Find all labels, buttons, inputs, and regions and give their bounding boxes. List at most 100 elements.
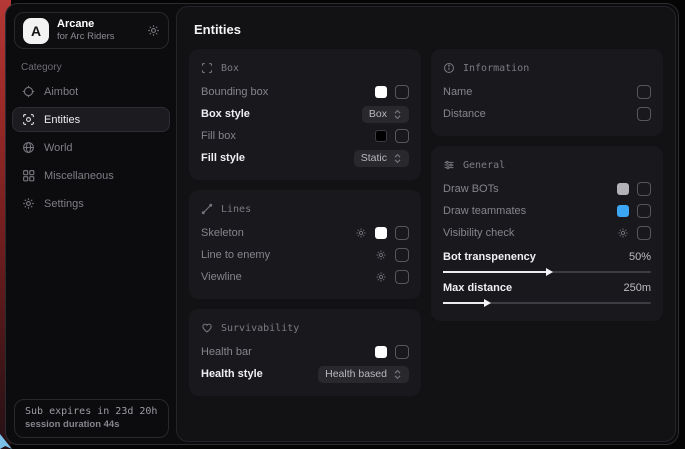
card-title: Lines (221, 204, 251, 215)
color-swatch[interactable] (617, 183, 629, 195)
diagonal-line-icon (201, 203, 213, 215)
left-column: Box Bounding box Box style Box (189, 49, 421, 396)
setting-label: Box style (201, 108, 250, 120)
category-label: Category (21, 62, 176, 73)
slider-value: 50% (629, 251, 651, 263)
dropdown-value: Health based (325, 368, 387, 380)
card-title: General (463, 160, 505, 171)
overlay-window: A Arcane for Arc Riders Category (5, 3, 679, 445)
setting-row: Fill box (201, 125, 409, 147)
sidebar-item-entities[interactable]: Entities (12, 107, 170, 132)
setting-label: Skeleton (201, 227, 244, 239)
color-swatch[interactable] (375, 346, 387, 358)
right-column: Information Name Distance (431, 49, 663, 396)
session-duration-text: session duration 44s (25, 419, 158, 430)
viewline-settings-gear-icon[interactable] (375, 271, 387, 283)
bot-transparency-slider-block: Bot transpenency 50% (443, 248, 651, 273)
sidebar-item-settings[interactable]: Settings (12, 191, 170, 216)
setting-label: Draw BOTs (443, 183, 499, 195)
info-icon (443, 62, 455, 74)
scan-entity-icon (22, 113, 35, 126)
setting-row: Bounding box (201, 81, 409, 103)
brand-card: A Arcane for Arc Riders (14, 12, 169, 49)
sidebar-item-aimbot[interactable]: Aimbot (12, 79, 170, 104)
slider-label: Bot transpenency (443, 251, 536, 263)
bot-transparency-slider[interactable] (443, 271, 651, 273)
box-card: Box Bounding box Box style Box (189, 49, 421, 180)
visibility-check-checkbox[interactable] (637, 226, 651, 240)
slider-value: 250m (623, 282, 651, 294)
sidebar-item-miscellaneous[interactable]: Miscellaneous (12, 163, 170, 188)
color-swatch[interactable] (375, 86, 387, 98)
sub-expiry-text: Sub expires in 23d 20h (25, 406, 158, 417)
dropdown-value: Box (369, 108, 387, 120)
skeleton-checkbox[interactable] (395, 226, 409, 240)
lines-card: Lines Skeleton (189, 190, 421, 299)
max-distance-slider[interactable] (443, 302, 651, 304)
setting-row: Visibility check (443, 222, 651, 244)
visibility-check-settings-gear-icon[interactable] (617, 227, 629, 239)
heart-icon (201, 322, 213, 334)
setting-row: Health bar (201, 341, 409, 363)
sliders-icon (443, 159, 455, 171)
information-card: Information Name Distance (431, 49, 663, 136)
globe-icon (22, 141, 35, 154)
setting-label: Health style (201, 368, 263, 380)
setting-label: Line to enemy (201, 249, 270, 261)
brand-settings-icon[interactable] (147, 24, 160, 37)
slider-thumb[interactable] (546, 268, 553, 276)
sidebar-item-label: Entities (44, 114, 80, 126)
sidebar: A Arcane for Arc Riders Category (6, 4, 176, 444)
health-bar-checkbox[interactable] (395, 345, 409, 359)
setting-row: Fill style Static (201, 147, 409, 169)
gear-icon (22, 197, 35, 210)
general-card: General Draw BOTs Draw teammates (431, 146, 663, 321)
setting-row: Skeleton (201, 222, 409, 244)
setting-row: Box style Box (201, 103, 409, 125)
fill-box-checkbox[interactable] (395, 129, 409, 143)
bounding-box-checkbox[interactable] (395, 85, 409, 99)
card-columns: Box Bounding box Box style Box (187, 49, 665, 396)
information-card-header: Information (443, 58, 651, 78)
sidebar-item-world[interactable]: World (12, 135, 170, 160)
distance-checkbox[interactable] (637, 107, 651, 121)
draw-bots-checkbox[interactable] (637, 182, 651, 196)
dropdown-value: Static (361, 152, 387, 164)
name-checkbox[interactable] (637, 85, 651, 99)
setting-label: Draw teammates (443, 205, 526, 217)
card-title: Box (221, 63, 239, 74)
avatar: A (23, 18, 49, 44)
slider-fill (443, 302, 485, 304)
slider-thumb[interactable] (484, 299, 491, 307)
color-swatch[interactable] (375, 130, 387, 142)
setting-label: Bounding box (201, 86, 268, 98)
chevrons-up-down-icon (393, 369, 402, 380)
line-to-enemy-settings-gear-icon[interactable] (375, 249, 387, 261)
color-swatch[interactable] (375, 227, 387, 239)
chevrons-up-down-icon (393, 153, 402, 164)
max-distance-slider-block: Max distance 250m (443, 279, 651, 304)
slider-label: Max distance (443, 282, 512, 294)
page-title: Entities (194, 22, 665, 37)
skeleton-settings-gear-icon[interactable] (355, 227, 367, 239)
box-style-dropdown[interactable]: Box (362, 106, 409, 123)
line-to-enemy-checkbox[interactable] (395, 248, 409, 262)
lines-card-header: Lines (201, 199, 409, 219)
setting-row: Draw teammates (443, 200, 651, 222)
crosshair-icon (22, 85, 35, 98)
setting-label: Viewline (201, 271, 242, 283)
fill-style-dropdown[interactable]: Static (354, 150, 409, 167)
sidebar-item-label: World (44, 142, 73, 154)
setting-row: Draw BOTs (443, 178, 651, 200)
setting-label: Visibility check (443, 227, 514, 239)
setting-row: Name (443, 81, 651, 103)
draw-teammates-checkbox[interactable] (637, 204, 651, 218)
color-swatch[interactable] (617, 205, 629, 217)
setting-label: Distance (443, 108, 486, 120)
viewline-checkbox[interactable] (395, 270, 409, 284)
main-panel: Entities Box Bounding box (176, 6, 676, 442)
card-title: Survivability (221, 323, 299, 334)
health-style-dropdown[interactable]: Health based (318, 366, 409, 383)
setting-row: Line to enemy (201, 244, 409, 266)
app-title: Arcane (57, 18, 139, 31)
